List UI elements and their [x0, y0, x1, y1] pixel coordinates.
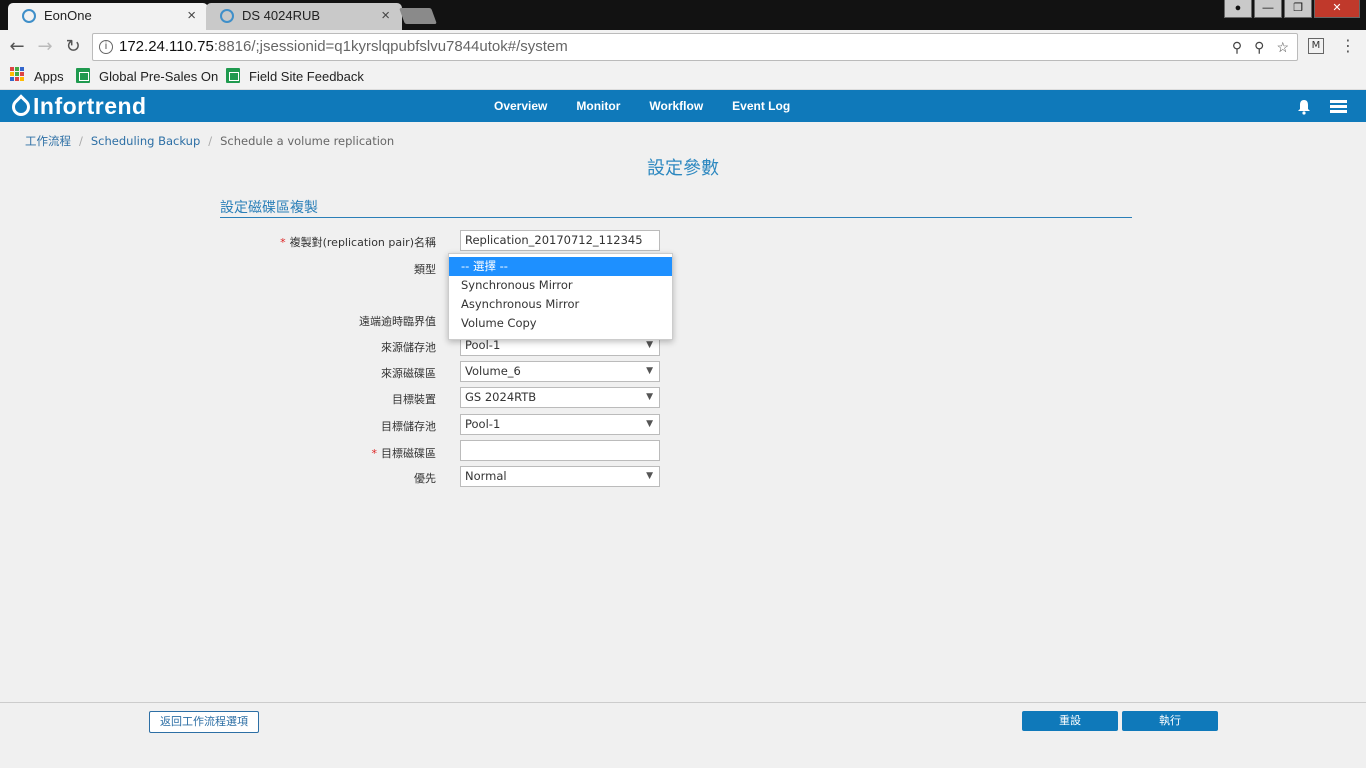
- source-volume-select[interactable]: Volume_6 ▼: [460, 361, 660, 382]
- chrome-menu-icon[interactable]: ⋮: [1340, 36, 1356, 56]
- tab-title: DS 4024RUB: [242, 8, 321, 23]
- bookmarks-bar: Apps Global Pre-Sales On Field Site Feed…: [0, 64, 1366, 90]
- chevron-down-icon: ▼: [646, 366, 653, 376]
- zoom-icon[interactable]: ⚲: [1232, 34, 1242, 60]
- sheets-icon: [76, 68, 90, 83]
- breadcrumb-workflow[interactable]: 工作流程: [25, 134, 71, 148]
- target-volume-input[interactable]: [460, 440, 660, 461]
- hamburger-menu-icon[interactable]: [1330, 100, 1347, 113]
- target-pool-select[interactable]: Pool-1 ▼: [460, 414, 660, 435]
- new-tab-button[interactable]: [399, 8, 437, 24]
- priority-select[interactable]: Normal ▼: [460, 466, 660, 487]
- required-marker: *: [280, 236, 286, 249]
- minimize-icon[interactable]: —: [1254, 0, 1282, 18]
- window-controls: ● — ❐ ✕: [1224, 0, 1360, 20]
- bookmark-global-presales[interactable]: Global Pre-Sales On: [99, 68, 218, 86]
- timeout-label: 遠端逾時臨界值: [359, 315, 436, 328]
- required-marker: *: [371, 447, 378, 460]
- nav-workflow[interactable]: Workflow: [649, 90, 703, 122]
- close-window-icon[interactable]: ✕: [1314, 0, 1360, 18]
- type-dropdown-list: -- 選擇 -- Synchronous Mirror Asynchronous…: [448, 253, 673, 340]
- address-bar[interactable]: i 172.24.110.75:8816/;jsessionid=q1kyrsl…: [92, 33, 1298, 61]
- source-pool-label: 來源儲存池: [381, 341, 436, 354]
- forward-arrow-icon[interactable]: →: [34, 36, 56, 58]
- info-icon[interactable]: i: [99, 40, 113, 54]
- priority-label: 優先: [414, 472, 436, 485]
- eonone-favicon-icon: [22, 9, 36, 23]
- breadcrumb-separator: /: [79, 134, 83, 148]
- bookmark-apps[interactable]: Apps: [34, 68, 64, 86]
- section-title: 設定磁碟區複製: [220, 197, 1132, 218]
- target-device-select[interactable]: GS 2024RTB ▼: [460, 387, 660, 408]
- back-to-workflow-button[interactable]: 返回工作流程選項: [149, 711, 259, 733]
- infortrend-logo[interactable]: Infortrend: [8, 92, 147, 120]
- reload-icon[interactable]: ↻: [62, 36, 84, 58]
- url-path: :8816/;jsessionid=q1kyrslqpubfslvu7844ut…: [213, 38, 568, 55]
- omnibox-icons: ⚲ ⚲ ☆: [1232, 34, 1289, 60]
- nav-event-log[interactable]: Event Log: [732, 90, 790, 122]
- browser-toolbar: ← → ↻ i 172.24.110.75:8816/;jsessionid=q…: [0, 30, 1366, 64]
- source-volume-label: 來源磁碟區: [381, 367, 436, 380]
- browser-tab-strip: EonOne × DS 4024RUB × ● — ❐ ✕: [0, 0, 1366, 30]
- nav-overview[interactable]: Overview: [494, 90, 547, 122]
- type-option-volume-copy[interactable]: Volume Copy: [449, 314, 672, 333]
- url-host: 172.24.110.75: [119, 38, 214, 55]
- target-pool-label: 目標儲存池: [381, 420, 436, 433]
- nav-monitor[interactable]: Monitor: [576, 90, 620, 122]
- tab-eonone[interactable]: EonOne ×: [8, 3, 208, 30]
- page-title: 設定參數: [647, 158, 719, 179]
- type-label: 類型: [414, 263, 436, 276]
- type-option-synchronous-mirror[interactable]: Synchronous Mirror: [449, 276, 672, 295]
- restore-icon[interactable]: ❐: [1284, 0, 1312, 18]
- pin-icon[interactable]: ⚲: [1254, 34, 1264, 60]
- type-option-select[interactable]: -- 選擇 --: [449, 257, 672, 276]
- name-label: * 複製對(replication pair)名稱: [280, 236, 436, 249]
- app-header: Infortrend Overview Monitor Workflow Eve…: [0, 90, 1366, 122]
- user-icon[interactable]: ●: [1224, 0, 1252, 18]
- chevron-down-icon: ▼: [646, 471, 653, 481]
- tab-close-icon[interactable]: ×: [187, 3, 196, 29]
- ds-favicon-icon: [220, 9, 234, 23]
- tab-close-icon[interactable]: ×: [381, 3, 390, 29]
- tab-title: EonOne: [44, 8, 92, 23]
- breadcrumb-scheduling-backup[interactable]: Scheduling Backup: [91, 134, 200, 148]
- target-volume-label: * 目標磁碟區: [371, 447, 437, 460]
- bookmark-field-site-feedback[interactable]: Field Site Feedback: [249, 68, 364, 86]
- back-arrow-icon[interactable]: ←: [6, 36, 28, 58]
- chevron-down-icon: ▼: [646, 392, 653, 402]
- reset-button[interactable]: 重設: [1022, 711, 1118, 731]
- chevron-down-icon: ▼: [646, 419, 653, 429]
- main-nav: Overview Monitor Workflow Event Log: [494, 90, 819, 122]
- replication-name-input[interactable]: Replication_20170712_112345: [460, 230, 660, 251]
- sheets-icon: [226, 68, 240, 83]
- extension-icon[interactable]: M: [1308, 38, 1324, 54]
- execute-button[interactable]: 執行: [1122, 711, 1218, 731]
- type-option-asynchronous-mirror[interactable]: Asynchronous Mirror: [449, 295, 672, 314]
- breadcrumb-separator: /: [208, 134, 213, 148]
- logo-mark-icon: [8, 94, 34, 120]
- tab-ds4024rub[interactable]: DS 4024RUB ×: [206, 3, 402, 30]
- breadcrumb-current: Schedule a volume replication: [220, 134, 395, 148]
- bookmark-star-icon[interactable]: ☆: [1276, 34, 1289, 60]
- bell-icon[interactable]: [1297, 99, 1311, 115]
- target-device-label: 目標裝置: [392, 393, 436, 406]
- apps-grid-icon[interactable]: [10, 67, 24, 81]
- breadcrumb: 工作流程 / Scheduling Backup / Schedule a volume…: [25, 133, 394, 149]
